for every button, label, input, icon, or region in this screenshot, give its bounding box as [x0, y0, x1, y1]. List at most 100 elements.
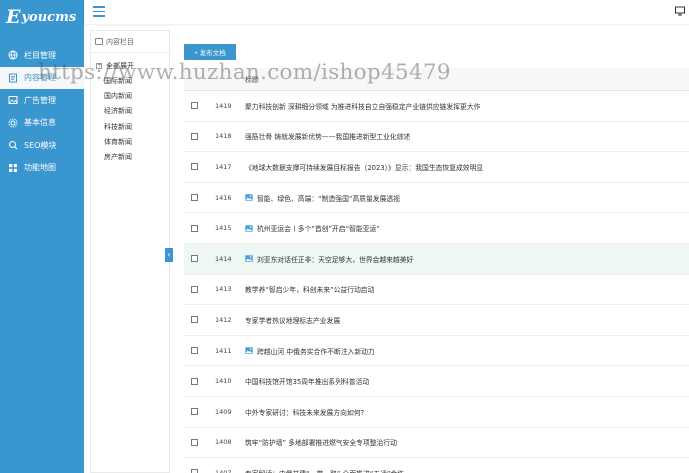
tree-item-tech[interactable]: 科技新闻 — [91, 120, 169, 135]
document-table: 标题 1419 聚力科技创新 深耕细分领域 为推进科技自立自强稳定产业链供应链发挥… — [184, 68, 689, 473]
table-row[interactable]: 1414 刘亚东对话任正非：天空足够大，世界会越来越美好 — [184, 243, 689, 275]
sidebar-item-label: 功能地图 — [24, 163, 56, 173]
table-row[interactable]: 1408 筑牢“防护墙” 多地部署推进燃气安全专项整治行动 — [184, 428, 689, 459]
table-row[interactable]: 1411 跨越山河 中俄务实合作不断注入新动力 — [184, 336, 689, 367]
tree-header: 内容栏目 — [91, 31, 169, 53]
row-title-text: 中国科技馆开馆35周年推出系列科普活动 — [245, 378, 370, 387]
sidebar-item-columns[interactable]: 栏目管理 — [0, 44, 84, 67]
table-body: 1419 聚力科技创新 深耕细分领域 为推进科技自立自强稳定产业链供应链发挥更大作… — [184, 91, 689, 473]
seo-icon — [7, 140, 18, 151]
sidebar-item-sitemap[interactable]: 功能地图 — [0, 157, 84, 180]
table-row[interactable]: 1417 《地球大数据支撑可持续发展目标报告（2023）》显示：我国生态恢复成效明… — [184, 152, 689, 183]
table-row[interactable]: 1407 专家解读：中俄共建“一带一路” 全面推进“五通”合作 — [184, 458, 689, 473]
row-id: 1416 — [215, 193, 232, 202]
row-checkbox[interactable] — [191, 194, 198, 202]
sidebar-item-label: 基本信息 — [24, 118, 56, 128]
row-title-link[interactable]: 跨越山河 中俄务实合作不断注入新动力 — [245, 346, 375, 356]
row-title-text: 跨越山河 中俄务实合作不断注入新动力 — [257, 347, 375, 356]
tree-item-domestic[interactable]: 国内新闻 — [91, 89, 169, 104]
sidebar-item-basic-info[interactable]: 基本信息 — [0, 112, 84, 135]
table-row[interactable]: 1409 中外专家研讨：科技未来发展方向如何? — [184, 397, 689, 428]
sidebar-item-label: 内容管理 — [24, 73, 56, 83]
table-row[interactable]: 1413 教学养“智启少年，科创未来”公益行动启动 — [184, 275, 689, 306]
row-checkbox[interactable] — [191, 347, 198, 355]
row-title-link[interactable]: 中外专家研讨：科技未来发展方向如何? — [245, 407, 364, 417]
image-icon — [245, 194, 253, 201]
row-checkbox[interactable] — [191, 224, 198, 232]
row-id: 1419 — [215, 101, 232, 110]
tree-item-economy[interactable]: 经济新闻 — [91, 104, 169, 119]
row-id: 1411 — [215, 346, 232, 355]
row-title-text: 杭州亚运会丨多个“首创”开启“智能亚运” — [257, 225, 380, 234]
row-title-link[interactable]: 强筋壮骨 铸就发展新优势——我国推进新型工业化综述 — [245, 131, 410, 141]
sidebar-item-ads[interactable]: 广告管理 — [0, 89, 84, 112]
publish-document-button[interactable]: + 发布文档 — [184, 44, 236, 60]
table-row[interactable]: 1412 专家学者热议地理标志产业发展 — [184, 305, 689, 336]
row-checkbox[interactable] — [191, 316, 198, 324]
row-title-link[interactable]: 刘亚东对话任正非：天空足够大，世界会越来越美好 — [245, 254, 413, 264]
row-id: 1409 — [215, 407, 232, 416]
row-title-link[interactable]: 教学养“智启少年，科创未来”公益行动启动 — [245, 284, 374, 294]
row-checkbox[interactable] — [191, 132, 198, 140]
category-tree-panel: 内容栏目 + 全部展开 国际新闻 国内新闻 经济新闻 科技新闻 体育新闻 房产新… — [90, 30, 170, 473]
tree-header-label: 内容栏目 — [106, 37, 134, 46]
tree-item-sports[interactable]: 体育新闻 — [91, 135, 169, 150]
tree-list: + 全部展开 国际新闻 国内新闻 经济新闻 科技新闻 体育新闻 房产新闻 — [91, 53, 169, 165]
table-row[interactable]: 1418 强筋壮骨 铸就发展新优势——我国推进新型工业化综述 — [184, 122, 689, 153]
row-id: 1413 — [215, 285, 232, 294]
document-icon — [7, 72, 18, 83]
row-title-link[interactable]: 《地球大数据支撑可持续发展目标报告（2023）》显示：我国生态恢复成效明显 — [245, 162, 483, 172]
menu-toggle-icon[interactable] — [93, 6, 105, 17]
row-checkbox[interactable] — [191, 377, 198, 385]
logo[interactable]: Eyoucms — [0, 0, 84, 34]
table-row[interactable]: 1415 杭州亚运会丨多个“首创”开启“智能亚运” — [184, 213, 689, 244]
row-title-text: 强筋壮骨 铸就发展新优势——我国推进新型工业化综述 — [245, 133, 411, 142]
tree-root-label: 全部展开 — [106, 62, 134, 70]
row-title-text: 教学养“智启少年，科创未来”公益行动启动 — [245, 286, 375, 295]
table-row[interactable]: 1416 智能、绿色、高端：“制造强国”高质量发展透视 — [184, 183, 689, 214]
row-checkbox[interactable] — [191, 438, 198, 446]
image-icon — [245, 255, 253, 262]
row-title-link[interactable]: 聚力科技创新 深耕细分领域 为推进科技自立自强稳定产业链供应链发挥更大作 — [245, 101, 480, 111]
row-checkbox[interactable] — [191, 408, 198, 416]
row-title-text: 《地球大数据支撑可持续发展目标报告（2023）》显示：我国生态恢复成效明显 — [245, 163, 484, 172]
row-title-text: 聚力科技创新 深耕细分领域 为推进科技自立自强稳定产业链供应链发挥更大作 — [245, 102, 481, 111]
row-id: 1410 — [215, 377, 232, 386]
tree-item-international[interactable]: 国际新闻 — [91, 74, 169, 89]
globe-icon — [7, 50, 18, 61]
table-row[interactable]: 1410 中国科技馆开馆35周年推出系列科普活动 — [184, 366, 689, 397]
row-title-link[interactable]: 筑牢“防护墙” 多地部署推进燃气安全专项整治行动 — [245, 437, 397, 447]
row-title-text: 刘亚东对话任正非：天空足够大，世界会越来越美好 — [257, 255, 414, 264]
row-checkbox[interactable] — [191, 102, 198, 110]
sidebar: Eyoucms 栏目管理 内容管理 广告管理 基本信息 SEO模块 功能地图 — [0, 0, 84, 473]
sidebar-item-seo[interactable]: SEO模块 — [0, 134, 84, 157]
row-checkbox[interactable] — [191, 285, 198, 293]
sidebar-item-label: 广告管理 — [24, 95, 56, 105]
row-title-text: 专家解读：中俄共建“一带一路” 全面推进“五通”合作 — [245, 468, 404, 473]
row-id: 1408 — [215, 438, 232, 447]
row-title-text: 中外专家研讨：科技未来发展方向如何? — [245, 408, 365, 417]
tree-item-realestate[interactable]: 房产新闻 — [91, 150, 169, 165]
row-title-link[interactable]: 专家学者热议地理标志产业发展 — [245, 315, 340, 325]
monitor-icon[interactable] — [675, 6, 685, 16]
picture-icon — [7, 95, 18, 106]
logo-mark: E — [6, 6, 21, 28]
row-checkbox[interactable] — [191, 469, 198, 473]
tree-expand-all[interactable]: + 全部展开 — [91, 58, 169, 74]
collapse-panel-handle[interactable]: ‹ — [165, 248, 173, 262]
row-checkbox[interactable] — [191, 163, 198, 171]
image-icon — [245, 224, 253, 232]
row-title-link[interactable]: 专家解读：中俄共建“一带一路” 全面推进“五通”合作 — [245, 468, 404, 473]
row-id: 1412 — [215, 315, 232, 324]
row-id: 1418 — [215, 132, 232, 141]
row-checkbox[interactable] — [191, 255, 198, 263]
row-title-link[interactable]: 中国科技馆开馆35周年推出系列科普活动 — [245, 376, 369, 386]
table-row[interactable]: 1419 聚力科技创新 深耕细分领域 为推进科技自立自强稳定产业链供应链发挥更大作 — [184, 91, 689, 122]
row-title-link[interactable]: 杭州亚运会丨多个“首创”开启“智能亚运” — [245, 223, 380, 233]
app-window: Eyoucms 栏目管理 内容管理 广告管理 基本信息 SEO模块 功能地图 内… — [0, 0, 689, 473]
expand-plus-icon[interactable]: + — [96, 63, 102, 69]
sidebar-nav: 栏目管理 内容管理 广告管理 基本信息 SEO模块 功能地图 — [0, 44, 84, 179]
sidebar-item-label: SEO模块 — [24, 140, 57, 150]
sidebar-item-content[interactable]: 内容管理 — [0, 66, 84, 89]
row-title-link[interactable]: 智能、绿色、高端：“制造强国”高质量发展透视 — [245, 193, 400, 203]
